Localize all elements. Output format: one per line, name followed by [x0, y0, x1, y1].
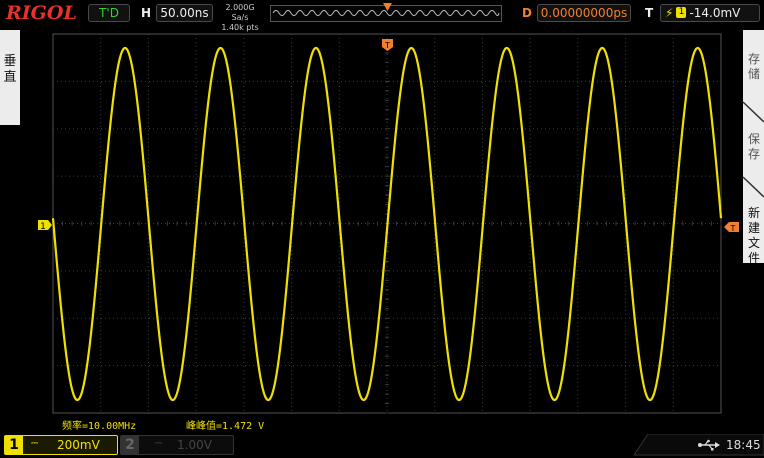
peak-to-peak-measurement: 峰峰值=1.472 V: [186, 421, 265, 432]
trigger-level-marker[interactable]: T: [724, 222, 739, 233]
oscilloscope-display: 1 T T: [38, 33, 739, 414]
softkey-menu: 存储 保存 新建文件: [743, 30, 764, 266]
dc-coupling-icon: ⎓: [155, 439, 163, 449]
channel-1-scale: 200mV: [57, 438, 100, 452]
channel-2-scale: 1.00V: [177, 438, 212, 452]
softkey-new-file[interactable]: 新建文件: [745, 206, 763, 266]
channel-1-number: 1: [5, 436, 23, 454]
softkey-storage[interactable]: 存储: [745, 52, 763, 82]
dc-coupling-icon: ⎓: [31, 439, 39, 449]
channel-1-ground-marker[interactable]: 1: [38, 220, 52, 232]
system-status: 18:45: [636, 435, 764, 455]
trigger-position-marker[interactable]: T: [382, 39, 393, 51]
channel-1-settings[interactable]: 1 ⎓ 200mV: [4, 435, 118, 455]
system-clock: 18:45: [726, 438, 761, 452]
softkey-save[interactable]: 保存: [745, 132, 763, 162]
channel-2-number: 2: [121, 436, 139, 454]
svg-text:T: T: [730, 224, 736, 233]
svg-text:T: T: [384, 41, 390, 50]
frequency-measurement: 频率=10.00MHz: [62, 421, 137, 432]
channel-2-settings[interactable]: 2 ⎓ 1.00V: [120, 435, 234, 455]
svg-text:1: 1: [40, 222, 46, 232]
usb-icon: [698, 439, 720, 451]
bottom-channel-bar: 1 ⎓ 200mV 2 ⎓ 1.00V 18:45: [0, 433, 764, 458]
